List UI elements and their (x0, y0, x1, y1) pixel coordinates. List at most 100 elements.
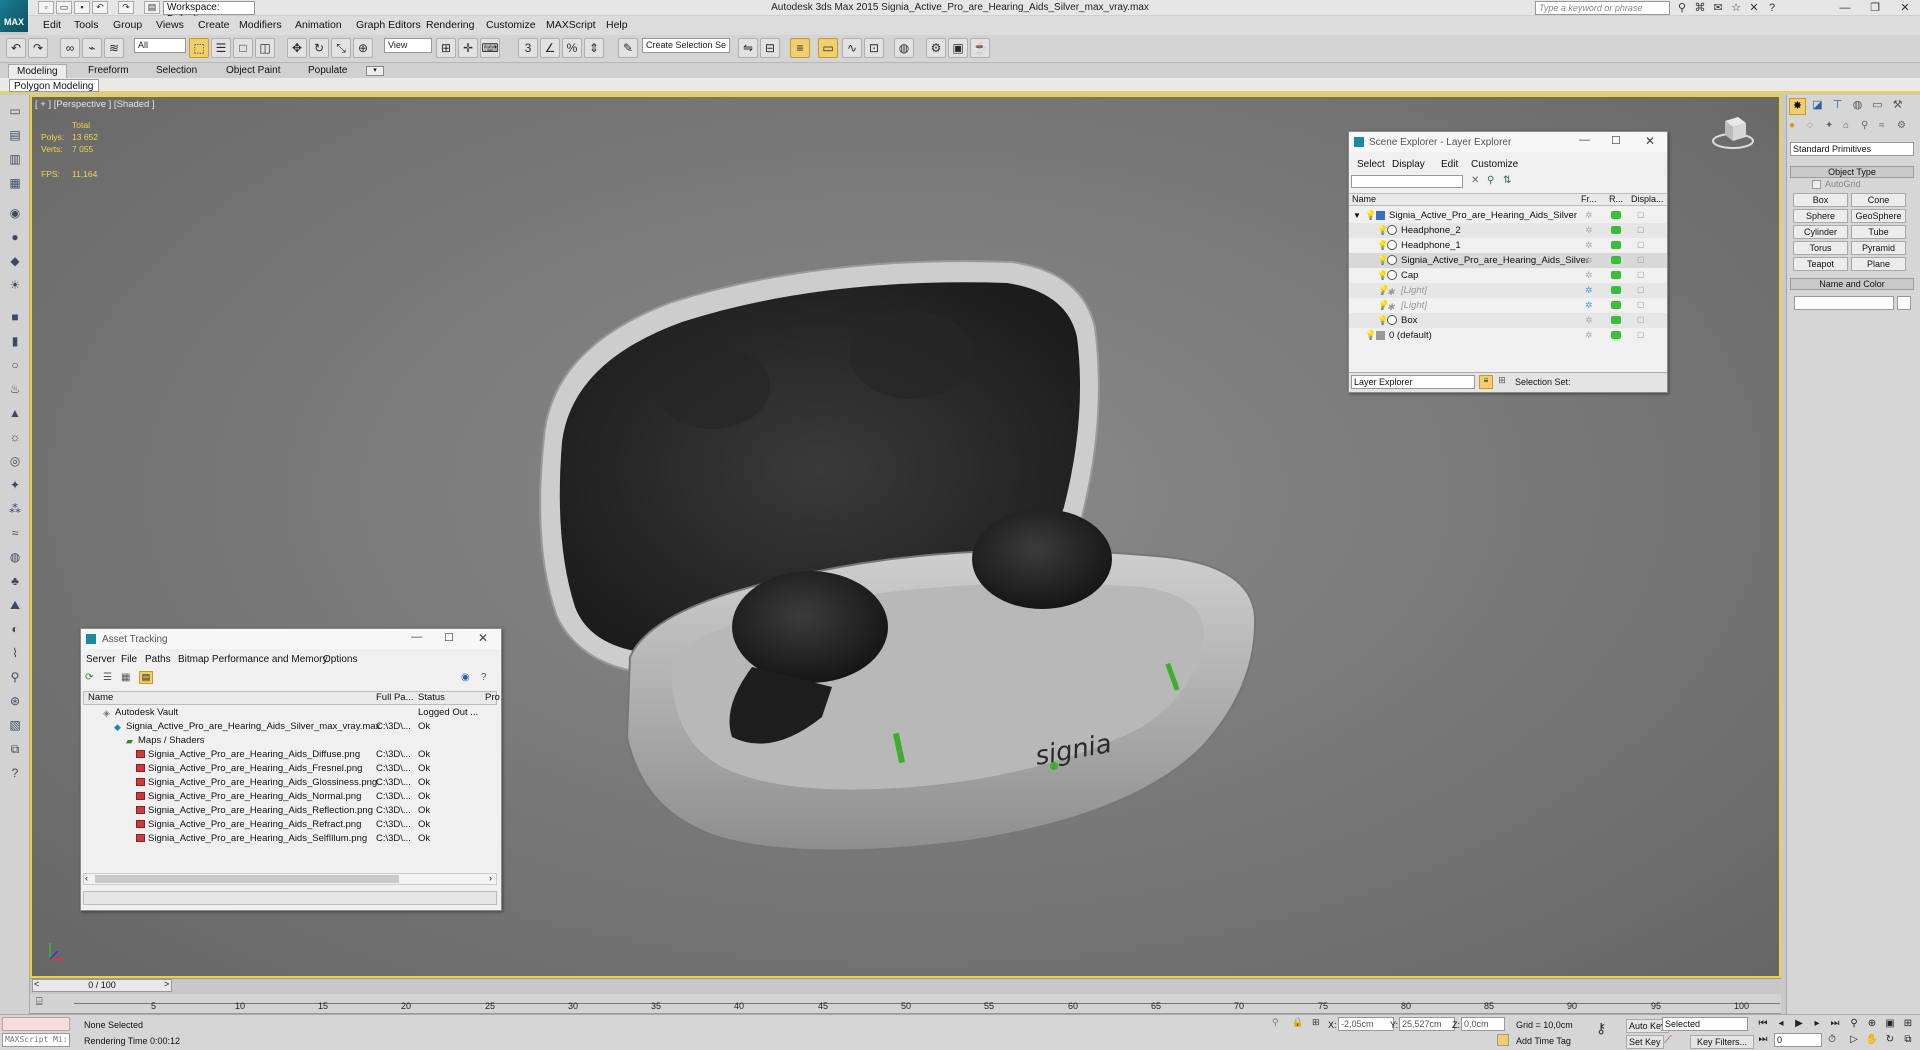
globe-icon[interactable]: ◍ (5, 548, 25, 566)
vault-icon[interactable]: ◉ (461, 672, 470, 683)
geometry-icon[interactable]: ◆ (5, 252, 25, 270)
key-tangent-icon[interactable]: ⟋ (1664, 1034, 1672, 1047)
thumbnail-view-icon[interactable]: ▦ (121, 672, 130, 683)
helper-icon[interactable]: ✦ (5, 476, 25, 494)
menu-customize[interactable]: Customize (486, 16, 536, 35)
absolute-mode-icon[interactable]: ⊞ (1312, 1017, 1320, 1028)
layer-explorer-icon[interactable]: ≡ (790, 38, 810, 58)
add-time-tag[interactable]: Add Time Tag (1516, 1036, 1571, 1046)
snaps-toggle-icon[interactable]: 3 (518, 38, 538, 58)
rotate-icon[interactable]: ↻ (309, 38, 329, 58)
help-icon[interactable]: ? (1765, 1, 1779, 15)
se-menu-customize[interactable]: Customize (1471, 159, 1518, 170)
place-icon[interactable]: ⊕ (353, 38, 373, 58)
primitive-category-select[interactable]: Standard Primitives (1790, 142, 1914, 156)
freeze-icon[interactable]: ✲ (1585, 285, 1593, 296)
freeze-icon[interactable]: ✲ (1585, 270, 1593, 281)
x-coordinate-field[interactable]: -2,05cm (1338, 1017, 1394, 1031)
pan-icon[interactable]: ✋ (1864, 1033, 1880, 1047)
object-type-rollout[interactable]: Object Type (1790, 166, 1914, 178)
zoom-icon[interactable]: ⚲ (1846, 1017, 1862, 1031)
subscription-icon[interactable]: ⌘ (1693, 1, 1707, 15)
go-to-start-icon[interactable]: ⏮ (1755, 1017, 1771, 1031)
project-folder-icon[interactable]: ▤ (144, 1, 160, 14)
filter-icon[interactable]: ⚲ (1487, 175, 1494, 186)
pyramid-button[interactable]: Pyramid (1851, 241, 1906, 255)
go-to-end-icon[interactable]: ⏭ (1827, 1017, 1843, 1031)
box-button[interactable]: Box (1793, 193, 1848, 207)
network-icon[interactable]: ⊛ (5, 692, 25, 710)
freeze-icon[interactable]: ✲ (1585, 300, 1593, 311)
render-icon[interactable] (1611, 301, 1621, 309)
redo-icon[interactable]: ↷ (118, 1, 134, 14)
spacewarps-category-icon[interactable]: ≈ (1879, 120, 1885, 131)
zoom-all-icon[interactable]: ⊕ (1864, 1017, 1880, 1031)
plant-icon[interactable]: ♣ (5, 572, 25, 590)
geometry-category-icon[interactable]: ● (1789, 120, 1795, 131)
cylinder-icon[interactable]: ▮ (5, 332, 25, 350)
terrain-icon[interactable]: ⛰ (5, 596, 25, 614)
asset-path-field[interactable] (83, 891, 497, 905)
sun-icon[interactable]: ☼ (5, 428, 25, 446)
render-icon[interactable] (1611, 241, 1621, 249)
menu-rendering[interactable]: Rendering (426, 16, 474, 35)
schematic-view-icon[interactable]: ⊡ (864, 38, 884, 58)
menu-help[interactable]: Help (606, 16, 628, 35)
bulb-icon[interactable]: 💡 (1377, 240, 1388, 250)
teapot-icon[interactable]: ♨ (5, 380, 25, 398)
scrollbar-thumb[interactable] (95, 875, 399, 883)
restore-button[interactable]: ❐ (1860, 0, 1890, 16)
layout-tab-icon[interactable]: ▭ (5, 102, 25, 120)
bone-icon[interactable]: ⚲ (5, 668, 25, 686)
column-display[interactable]: Displa... (1631, 194, 1664, 204)
move-icon[interactable]: ✥ (287, 38, 307, 58)
display-icon[interactable]: ▢ (1637, 300, 1645, 309)
zoom-extents-icon[interactable]: ▣ (1882, 1017, 1898, 1031)
at-menu-server[interactable]: Server (86, 654, 115, 665)
time-config-icon[interactable]: ⏱ (1824, 1033, 1840, 1047)
light-icon[interactable]: ☀ (5, 276, 25, 294)
motion-tab-icon[interactable]: ◍ (1849, 98, 1866, 115)
sort-icon[interactable]: ⇅ (1503, 175, 1511, 186)
polygon-modeling-tab[interactable]: Polygon Modeling (9, 79, 99, 92)
select-object-icon[interactable]: ⬚ (189, 38, 209, 58)
next-frame-icon[interactable]: > (164, 979, 169, 989)
utilities-tab-icon[interactable]: ⚒ (1889, 98, 1906, 115)
se-menu-select[interactable]: Select (1357, 159, 1385, 170)
binoculars-icon[interactable]: ⚲ (1675, 1, 1689, 15)
redo-icon[interactable]: ↷ (28, 38, 48, 58)
isolate-icon[interactable]: ⚲ (1272, 1017, 1279, 1028)
cylinder-button[interactable]: Cylinder (1793, 225, 1848, 239)
rope-icon[interactable]: ⌇ (5, 644, 25, 662)
display-icon[interactable]: ▢ (1637, 315, 1645, 324)
se-menu-display[interactable]: Display (1392, 159, 1425, 170)
asset-row[interactable]: Signia_Active_Pro_are_Hearing_Aids_Norma… (83, 790, 497, 804)
column-proxy[interactable]: Pro (485, 692, 500, 703)
toggle-ribbon-icon[interactable]: ▭ (818, 38, 838, 58)
render-icon[interactable] (1611, 256, 1621, 264)
expand-icon[interactable]: ▼ (1353, 208, 1361, 223)
lights-category-icon[interactable]: ✦ (1825, 120, 1833, 131)
bind-space-warp-icon[interactable]: ≋ (104, 38, 124, 58)
torus-button[interactable]: Torus (1793, 241, 1848, 255)
explorer-type-select[interactable]: Layer Explorer (1351, 375, 1475, 389)
link-icon[interactable]: ∞ (60, 38, 80, 58)
pivot-center-icon[interactable]: ⊞ (436, 38, 456, 58)
minimize-icon[interactable]: — (411, 631, 422, 643)
geosphere-button[interactable]: GeoSphere (1851, 209, 1906, 223)
layout-tab-icon[interactable]: ▥ (5, 150, 25, 168)
sphere-button[interactable]: Sphere (1793, 209, 1848, 223)
plane-button[interactable]: Plane (1851, 257, 1906, 271)
hierarchy-mode-icon[interactable]: ⊞ (1495, 375, 1509, 389)
previous-frame-icon[interactable]: ◂ (1773, 1017, 1789, 1031)
tab-populate[interactable]: Populate (300, 64, 355, 78)
menu-edit[interactable]: Edit (43, 16, 61, 35)
y-coordinate-field[interactable]: 25,527cm (1399, 1017, 1455, 1031)
layer-mode-icon[interactable]: ≡ (1479, 375, 1493, 389)
object-color-swatch[interactable] (1897, 296, 1911, 310)
systems-category-icon[interactable]: ⚙ (1897, 120, 1906, 131)
camera-view-icon[interactable]: ⧉ (5, 740, 25, 758)
camera-icon[interactable]: ◉ (5, 204, 25, 222)
freeze-icon[interactable]: ✲ (1585, 315, 1593, 326)
open-file-icon[interactable]: ▭ (56, 1, 72, 14)
